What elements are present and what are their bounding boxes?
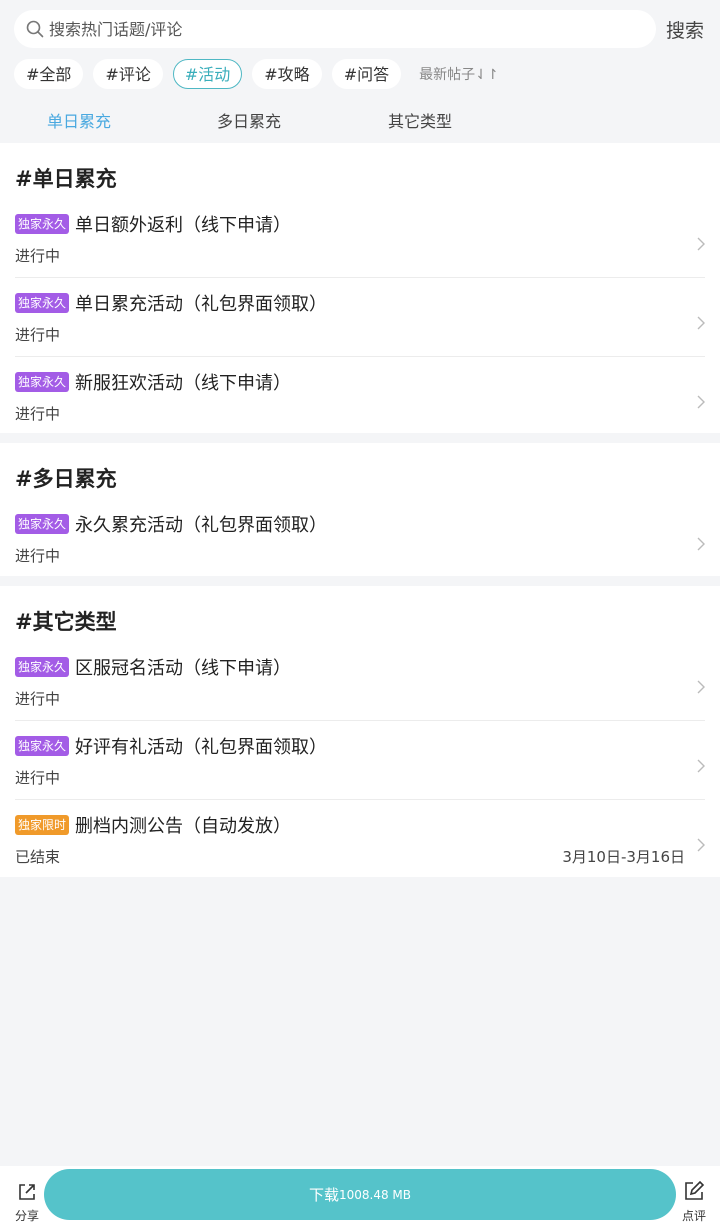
list-item[interactable]: 独家永久 单日额外返利（线下申请） 进行中 [15, 199, 705, 278]
section-title: #其它类型 [15, 610, 117, 634]
review-button[interactable]: 点评 [679, 1180, 709, 1224]
review-label: 点评 [681, 1209, 706, 1223]
sub-tabs: 单日累充 多日累充 其它类型 [0, 100, 720, 140]
section-multi-day: #多日累充 独家永久 永久累充活动（礼包界面领取） 进行中 [0, 443, 720, 576]
tab-multi-day[interactable]: 多日累充 [217, 108, 281, 132]
search-icon [26, 20, 44, 38]
badge-permanent: 独家永久 [15, 514, 70, 534]
list-item[interactable]: 独家永久 区服冠名活动（线下申请） 进行中 [15, 642, 705, 721]
item-status: 进行中 [15, 690, 61, 708]
download-button[interactable]: 下载 1008.48 MB [44, 1169, 676, 1220]
sort-toggle[interactable]: 最新帖子⇃↾ [419, 64, 498, 84]
bottom-bar: 分享 下载 1008.48 MB 点评 [0, 1166, 720, 1227]
list-item[interactable]: 独家限时 删档内测公告（自动发放） 已结束 3月10日-3月16日 [15, 800, 705, 879]
badge-permanent: 独家永久 [15, 293, 70, 313]
item-status: 进行中 [15, 326, 61, 344]
share-icon [19, 1184, 35, 1200]
chevron-right-icon [697, 237, 705, 251]
item-date-range: 3月10日-3月16日 [562, 848, 685, 866]
search-box[interactable] [14, 10, 656, 48]
item-title: 删档内测公告（自动发放） [75, 816, 292, 837]
chevron-right-icon [697, 680, 705, 694]
chip-all[interactable]: #全部 [14, 59, 84, 89]
badge-permanent: 独家永久 [15, 372, 70, 392]
list-item[interactable]: 独家永久 永久累充活动（礼包界面领取） 进行中 [15, 499, 705, 578]
tab-single-day[interactable]: 单日累充 [47, 108, 111, 132]
list-item[interactable]: 独家永久 单日累充活动（礼包界面领取） 进行中 [15, 278, 705, 357]
section-other: #其它类型 独家永久 区服冠名活动（线下申请） 进行中 独家永久 好评有礼活动（… [0, 586, 720, 877]
item-title: 永久累充活动（礼包界面领取） [75, 515, 328, 536]
item-title: 单日额外返利（线下申请） [75, 215, 292, 236]
list-item[interactable]: 独家永久 新服狂欢活动（线下申请） 进行中 [15, 357, 705, 436]
search-input[interactable] [49, 19, 609, 39]
chevron-right-icon [697, 838, 705, 852]
chip-guides[interactable]: #攻略 [252, 59, 322, 89]
chevron-right-icon [697, 537, 705, 551]
item-title: 好评有礼活动（礼包界面领取） [75, 737, 328, 758]
search-button[interactable]: 搜索 [666, 16, 704, 43]
edit-icon [685, 1180, 705, 1200]
item-status: 进行中 [15, 769, 61, 787]
item-status: 已结束 [15, 848, 61, 866]
item-status: 进行中 [15, 247, 61, 265]
badge-permanent: 独家永久 [15, 657, 70, 677]
badge-permanent: 独家永久 [15, 214, 70, 234]
download-label: 下载 [308, 1186, 339, 1204]
chip-events[interactable]: #活动 [172, 59, 243, 89]
chip-comments[interactable]: #评论 [93, 59, 163, 89]
item-status: 进行中 [15, 547, 61, 565]
chevron-right-icon [697, 395, 705, 409]
share-label: 分享 [14, 1209, 39, 1223]
item-title: 单日累充活动（礼包界面领取） [75, 294, 328, 315]
section-title: #多日累充 [15, 467, 117, 491]
section-title: #单日累充 [15, 167, 117, 191]
list-item[interactable]: 独家永久 好评有礼活动（礼包界面领取） 进行中 [15, 721, 705, 800]
filter-chips: #全部 #评论 #活动 #攻略 #问答 最新帖子⇃↾ [14, 58, 499, 90]
badge-permanent: 独家永久 [15, 736, 70, 756]
chevron-right-icon [697, 316, 705, 330]
share-button[interactable]: 分享 [12, 1182, 42, 1224]
download-size: 1008.48 MB [338, 1187, 412, 1202]
item-title: 区服冠名活动（线下申请） [75, 658, 292, 679]
item-status: 进行中 [15, 405, 61, 423]
chevron-right-icon [697, 759, 705, 773]
section-single-day: #单日累充 独家永久 单日额外返利（线下申请） 进行中 独家永久 单日累充活动（… [0, 143, 720, 433]
search-row: 搜索 [0, 0, 720, 58]
item-title: 新服狂欢活动（线下申请） [75, 373, 292, 394]
chip-qa[interactable]: #问答 [331, 59, 402, 89]
badge-limited: 独家限时 [15, 815, 70, 835]
tab-other[interactable]: 其它类型 [388, 108, 452, 132]
